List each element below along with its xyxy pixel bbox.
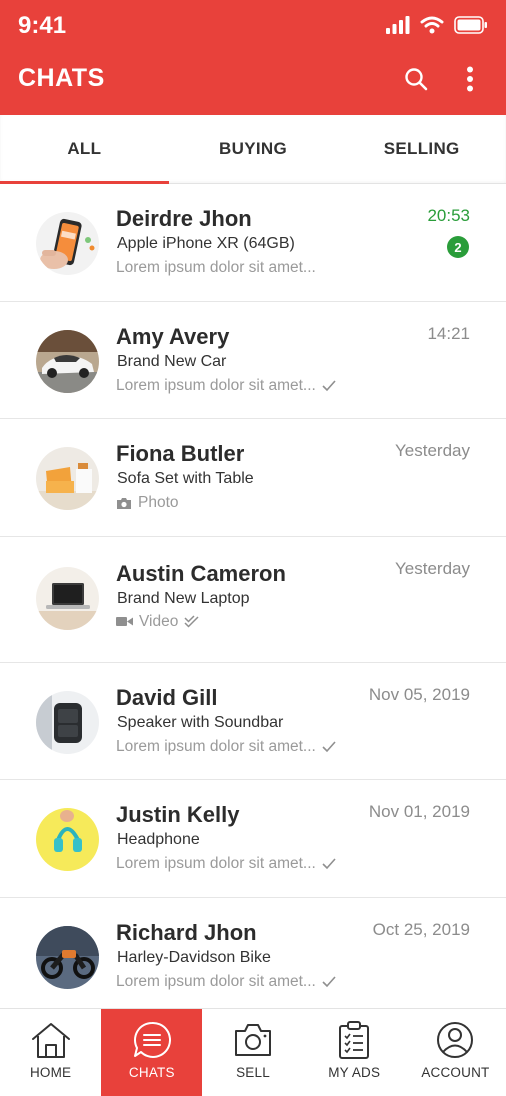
nav-item-account[interactable]: ACCOUNT: [405, 1009, 506, 1096]
message-preview: Lorem ipsum dolor sit amet...: [116, 855, 336, 873]
status-icons: [386, 16, 488, 34]
double-check-icon: [184, 615, 199, 628]
message-preview: Lorem ipsum dolor sit amet...: [116, 377, 336, 395]
search-button[interactable]: [402, 64, 430, 94]
bottom-navigation: HOME CHATS SELL MY ADS ACCOUNT: [0, 1008, 506, 1096]
more-options-button[interactable]: [456, 64, 484, 94]
contact-name: Austin Cameron: [116, 560, 286, 586]
header-actions: [402, 64, 484, 94]
battery-icon: [454, 16, 487, 34]
camera-icon: [117, 497, 131, 509]
message-time: Nov 05, 2019: [368, 684, 470, 704]
chat-item-richard-jhon[interactable]: Richard Jhon Harley-Davidson Bike Lorem …: [0, 898, 506, 1009]
preview-text: Photo: [138, 494, 179, 511]
check-icon: [322, 858, 336, 870]
home-icon: [31, 1023, 70, 1058]
status-bar: 9:41: [0, 0, 506, 52]
message-time: Yesterday: [395, 558, 470, 578]
chat-item-austin-cameron[interactable]: Austin Cameron Brand New Laptop Video Ye…: [0, 537, 506, 663]
message-preview: Photo: [116, 494, 179, 512]
contact-name: Deirdre Jhon: [116, 206, 252, 231]
nav-label-home: HOME: [29, 1065, 72, 1080]
product-title: Sofa Set with Table: [117, 470, 254, 487]
nav-item-my-ads[interactable]: MY ADS: [304, 1009, 405, 1096]
preview-text: Lorem ipsum dolor sit amet...: [116, 737, 316, 755]
check-icon: [322, 740, 336, 752]
nav-label-sell: SELL: [236, 1065, 270, 1080]
unread-count-badge: 2: [447, 236, 469, 258]
clipboard-icon: [339, 1021, 370, 1059]
message-time: 14:21: [427, 323, 470, 343]
avatar-bike-image: [36, 925, 99, 989]
tab-selling[interactable]: SELLING: [337, 115, 506, 183]
account-icon: [437, 1022, 474, 1058]
avatar-laptop-image: [36, 566, 99, 630]
status-time: 9:41: [18, 12, 67, 39]
contact-name: David Gill: [116, 684, 218, 710]
search-icon: [405, 68, 428, 91]
preview-text: Lorem ipsum dolor sit amet...: [116, 259, 316, 276]
preview-text: Video: [139, 612, 179, 630]
app-header: 9:41 CHATS: [0, 0, 506, 115]
preview-text: Lorem ipsum dolor sit amet...: [116, 972, 316, 990]
chat-item-amy-avery[interactable]: Amy Avery Brand New Car Lorem ipsum dolo…: [0, 302, 506, 419]
check-icon: [322, 975, 336, 987]
product-title: Headphone: [117, 831, 200, 848]
avatar-sofa-image: [36, 447, 99, 510]
message-preview: Lorem ipsum dolor sit amet...: [116, 973, 336, 991]
message-time: Yesterday: [395, 441, 470, 460]
tab-buying[interactable]: BUYING: [169, 115, 338, 183]
message-time: Nov 01, 2019: [368, 802, 470, 821]
nav-item-home[interactable]: HOME: [0, 1009, 101, 1096]
signal-icon: [386, 16, 410, 34]
preview-text: Lorem ipsum dolor sit amet...: [116, 855, 316, 872]
nav-label-account: ACCOUNT: [421, 1065, 490, 1080]
chat-item-deirdre-jhon[interactable]: Deirdre Jhon Apple iPhone XR (64GB) Lore…: [0, 184, 506, 302]
chat-filter-tabs: ALL BUYING SELLING: [0, 115, 506, 184]
message-preview: Lorem ipsum dolor sit amet...: [116, 738, 336, 756]
nav-label-my-ads: MY ADS: [328, 1065, 381, 1080]
tab-all[interactable]: ALL: [0, 115, 169, 184]
camera-icon: [235, 1024, 271, 1056]
product-title: Brand New Car: [117, 352, 227, 370]
nav-label-chats: CHATS: [128, 1065, 175, 1080]
preview-text: Lorem ipsum dolor sit amet...: [116, 376, 316, 394]
chat-item-david-gill[interactable]: David Gill Speaker with Soundbar Lorem i…: [0, 663, 506, 780]
check-icon: [322, 379, 336, 391]
nav-item-chats[interactable]: CHATS: [101, 1009, 203, 1096]
product-title: Speaker with Soundbar: [117, 713, 284, 731]
message-preview: Video: [116, 613, 199, 631]
avatar-headphone-image: [36, 808, 99, 871]
wifi-icon: [420, 16, 444, 34]
message-preview: Lorem ipsum dolor sit amet...: [116, 259, 316, 277]
avatar-speaker-image: [36, 690, 99, 754]
title-row: CHATS: [0, 52, 506, 115]
contact-name: Justin Kelly: [116, 802, 240, 827]
message-time: 20:53: [427, 206, 470, 225]
chat-item-fiona-butler[interactable]: Fiona Butler Sofa Set with Table Photo Y…: [0, 419, 506, 537]
product-title: Harley-Davidson Bike: [117, 948, 271, 966]
contact-name: Richard Jhon: [116, 919, 257, 945]
product-title: Apple iPhone XR (64GB): [117, 235, 295, 252]
chat-list: Deirdre Jhon Apple iPhone XR (64GB) Lore…: [0, 184, 506, 1008]
avatar-car-image: [36, 329, 99, 393]
more-vertical-icon: [467, 66, 473, 92]
contact-name: Amy Avery: [116, 323, 230, 349]
contact-name: Fiona Butler: [116, 441, 245, 466]
message-time: Oct 25, 2019: [372, 919, 470, 939]
nav-item-sell[interactable]: SELL: [202, 1009, 303, 1096]
avatar-phone-image: [36, 212, 99, 275]
page-title: CHATS: [18, 64, 105, 92]
chat-item-justin-kelly[interactable]: Justin Kelly Headphone Lorem ipsum dolor…: [0, 780, 506, 898]
chat-icon: [133, 1021, 171, 1058]
video-icon: [116, 617, 133, 626]
product-title: Brand New Laptop: [117, 589, 250, 607]
